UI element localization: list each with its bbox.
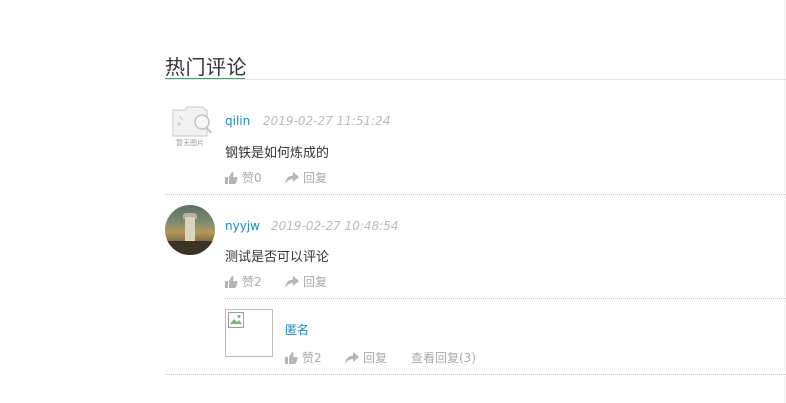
reply-button[interactable]: 回复: [285, 273, 327, 290]
reply-label: 回复: [303, 275, 328, 289]
like-button[interactable]: 赞2: [225, 273, 262, 290]
broken-image-icon: [228, 312, 244, 328]
thumbs-up-icon: [225, 275, 238, 288]
reply-label: 回复: [303, 171, 328, 185]
like-button[interactable]: 赞2: [285, 349, 322, 366]
comment-username[interactable]: nyyjw: [225, 219, 260, 233]
like-button[interactable]: 赞0: [225, 169, 262, 186]
thumbs-up-icon: [285, 351, 298, 364]
like-count: 赞2: [242, 275, 262, 289]
reply-arrow-icon: [345, 351, 359, 364]
comment-text: 测试是否可以评论: [225, 250, 330, 265]
avatar-placeholder: 暂无图片: [165, 102, 215, 150]
reply-avatar[interactable]: [225, 309, 273, 357]
comment-username[interactable]: qilin: [225, 114, 250, 128]
reply-label: 回复: [363, 351, 388, 365]
comment-timestamp: 2019-02-27 10:48:54: [271, 219, 399, 233]
comment-timestamp: 2019-02-27 11:51:24: [263, 114, 391, 128]
user-avatar[interactable]: [165, 205, 215, 255]
comment-text: 钢铁是如何炼成的: [225, 146, 330, 161]
reply-username[interactable]: 匿名: [285, 321, 309, 338]
placeholder-caption: 暂无图片: [176, 139, 204, 147]
view-replies-link[interactable]: 查看回复(3): [411, 349, 476, 366]
section-divider: [165, 79, 786, 80]
reply-divider: [225, 298, 786, 299]
right-edge-line: [784, 0, 785, 403]
reply-arrow-icon: [285, 171, 299, 184]
reply-button[interactable]: 回复: [345, 349, 387, 366]
comment-divider: [165, 374, 786, 375]
thumbs-up-icon: [225, 171, 238, 184]
comment-divider: [165, 194, 786, 195]
reply-button[interactable]: 回复: [285, 169, 327, 186]
section-title: 热门评论: [165, 55, 247, 79]
like-count: 赞2: [302, 351, 322, 365]
reply-arrow-icon: [285, 275, 299, 288]
like-count: 赞0: [242, 171, 262, 185]
